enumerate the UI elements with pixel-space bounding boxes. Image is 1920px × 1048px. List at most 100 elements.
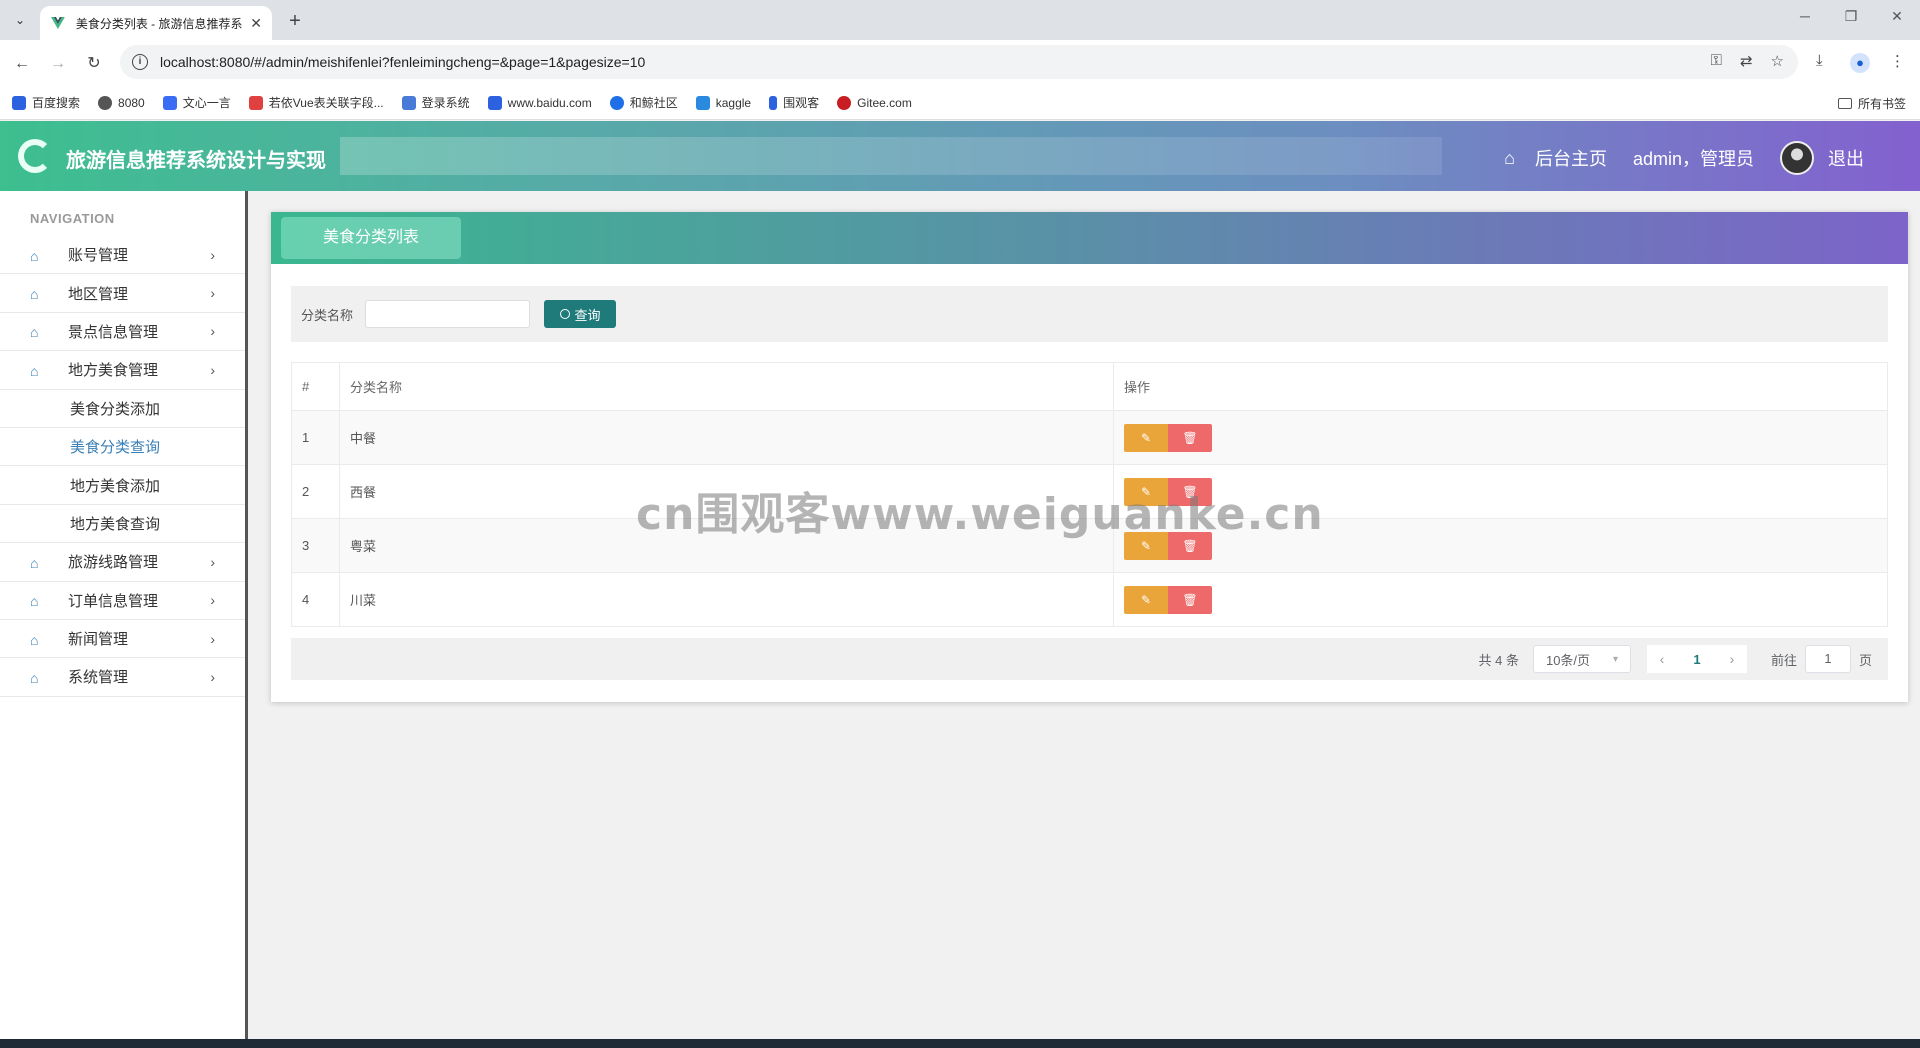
- table-row: 1 中餐 ✎ 🗑: [291, 410, 1888, 465]
- chevron-right-icon: ›: [210, 553, 215, 570]
- home-icon[interactable]: ⌂: [1504, 148, 1515, 169]
- bookmark-star-icon[interactable]: ☆: [1771, 52, 1784, 70]
- sidebar-item-local-food[interactable]: ⌂ 地方美食管理 ›: [0, 351, 245, 390]
- sidebar-item-label: 账号管理: [68, 247, 129, 265]
- wenxin-icon: [162, 95, 177, 110]
- edit-button[interactable]: ✎: [1124, 423, 1168, 452]
- bookmark-item[interactable]: 百度搜索: [12, 94, 80, 111]
- weiguanke-icon: [769, 95, 778, 110]
- pagination-total: 共 4 条: [1478, 652, 1519, 668]
- bookmark-item[interactable]: 登录系统: [401, 94, 470, 111]
- bookmark-item[interactable]: 8080: [98, 95, 145, 110]
- sidebar-subitem-local-food-query[interactable]: 地方美食查询: [0, 505, 245, 544]
- avatar[interactable]: [1780, 141, 1814, 175]
- url-text[interactable]: localhost:8080/#/admin/meishifenlei?fenl…: [160, 54, 645, 70]
- page-suffix: 页: [1858, 652, 1872, 668]
- sidebar-item-travel-route[interactable]: ⌂ 旅游线路管理 ›: [0, 543, 245, 582]
- bookmark-item[interactable]: 围观客: [769, 94, 819, 111]
- sidebar-item-label: 景点信息管理: [68, 323, 159, 341]
- page-size-select[interactable]: 10条/页 ▾: [1532, 645, 1631, 673]
- translate-icon[interactable]: ⇄: [1740, 52, 1753, 70]
- sidebar-menu: ⌂ 账号管理 › ⌂ 地区管理 › ⌂ 景点信息管理 › ⌂ 地方美食管理 › …: [0, 236, 245, 697]
- goto-label: 前往: [1770, 652, 1797, 668]
- sidebar-item-order[interactable]: ⌂ 订单信息管理 ›: [0, 582, 245, 620]
- card-title-tab[interactable]: 美食分类列表: [281, 217, 461, 259]
- tab-search-button[interactable]: ⌄: [6, 8, 34, 32]
- bookmark-item[interactable]: www.baidu.com: [487, 95, 592, 110]
- row-category-name: 川菜: [339, 572, 1114, 627]
- home-icon: ⌂: [30, 554, 39, 571]
- bookmark-item[interactable]: 文心一言: [162, 94, 231, 111]
- bookmark-item[interactable]: kaggle: [695, 95, 751, 110]
- bookmark-item[interactable]: 和鲸社区: [609, 94, 678, 111]
- row-index: 2: [291, 464, 340, 519]
- download-icon[interactable]: ⤓: [1816, 52, 1823, 69]
- profile-icon[interactable]: ●: [1850, 53, 1870, 73]
- current-page[interactable]: 1: [1677, 652, 1717, 667]
- sidebar: NAVIGATION ⌂ 账号管理 › ⌂ 地区管理 › ⌂ 景点信息管理 › …: [0, 191, 248, 1039]
- heywhale-icon: [609, 95, 624, 110]
- sidebar-item-news[interactable]: ⌂ 新闻管理 ›: [0, 620, 245, 659]
- chevron-right-icon: ›: [210, 323, 215, 340]
- delete-button[interactable]: 🗑: [1168, 585, 1212, 614]
- next-page-icon[interactable]: ›: [1717, 651, 1747, 667]
- card-header: 美食分类列表: [271, 212, 1908, 264]
- sidebar-item-scenic[interactable]: ⌂ 景点信息管理 ›: [0, 313, 245, 352]
- column-header-name[interactable]: 分类名称: [339, 362, 1114, 411]
- table-row: 4 川菜 ✎ 🗑: [291, 572, 1888, 627]
- delete-button[interactable]: 🗑: [1168, 423, 1212, 452]
- password-key-icon[interactable]: ⚿: [1711, 52, 1722, 70]
- edit-button[interactable]: ✎: [1124, 585, 1168, 614]
- bookmark-item[interactable]: Gitee.com: [837, 95, 912, 110]
- restore-icon[interactable]: ❐: [1836, 8, 1866, 25]
- sidebar-item-label: 订单信息管理: [68, 592, 159, 610]
- baidu-icon: [487, 95, 502, 110]
- logo-icon: [18, 139, 52, 173]
- all-bookmarks[interactable]: 所有书签: [1837, 95, 1906, 112]
- category-name-input[interactable]: [365, 300, 531, 328]
- forward-icon[interactable]: →: [46, 52, 70, 76]
- row-actions: ✎ 🗑: [1113, 410, 1888, 465]
- login-system-icon: [401, 95, 416, 110]
- sidebar-item-label: 系统管理: [68, 669, 129, 687]
- chevron-right-icon: ›: [210, 592, 215, 609]
- chevron-right-icon: ›: [210, 630, 215, 647]
- home-icon: ⌂: [30, 631, 39, 648]
- chevron-right-icon: ›: [210, 285, 215, 302]
- sidebar-subitem-food-category-add[interactable]: 美食分类添加: [0, 390, 245, 428]
- sidebar-item-region[interactable]: ⌂ 地区管理 ›: [0, 274, 245, 313]
- logout-link[interactable]: 退出: [1828, 145, 1864, 171]
- sidebar-item-system[interactable]: ⌂ 系统管理 ›: [0, 658, 245, 697]
- query-button[interactable]: 查询: [544, 300, 617, 328]
- chevron-down-icon: ▾: [1612, 653, 1618, 665]
- minimize-icon[interactable]: ─: [1790, 8, 1820, 24]
- tab-close-icon[interactable]: ✕: [250, 15, 262, 32]
- back-icon[interactable]: ←: [10, 52, 34, 76]
- baidu-icon: [12, 95, 26, 110]
- reload-icon[interactable]: ↻: [82, 52, 106, 76]
- sidebar-item-label: 地区管理: [68, 285, 129, 303]
- window-close-icon[interactable]: ✕: [1882, 8, 1912, 25]
- sidebar-subitem-local-food-add[interactable]: 地方美食添加: [0, 466, 245, 505]
- home-link[interactable]: 后台主页: [1535, 145, 1607, 171]
- new-tab-button[interactable]: +: [282, 8, 308, 34]
- sidebar-item-label: 新闻管理: [68, 631, 129, 649]
- home-icon: ⌂: [30, 324, 39, 341]
- prev-page-icon[interactable]: ‹: [1647, 651, 1677, 667]
- bookmark-item[interactable]: 若依Vue表关联字段...: [248, 94, 384, 111]
- sidebar-item-account[interactable]: ⌂ 账号管理 ›: [0, 236, 245, 275]
- tab-title: 美食分类列表 - 旅游信息推荐系统设计与实现: [75, 16, 243, 31]
- bookmarks-bar: 百度搜索 8080 文心一言 若依Vue表关联字段... 登录系统 www.ba…: [0, 86, 1920, 120]
- column-header-index: #: [291, 362, 340, 411]
- browser-menu-icon[interactable]: ⋮: [1890, 52, 1905, 70]
- sidebar-item-label: 地方美食管理: [68, 362, 159, 380]
- goto-page-input[interactable]: 1: [1804, 645, 1851, 673]
- app-header: 旅游信息推荐系统设计与实现 ⌂ 后台主页 admin，管理员 退出: [0, 121, 1920, 191]
- user-info: admin，管理员: [1632, 149, 1754, 169]
- table-header-row: # 分类名称 操作: [291, 362, 1888, 411]
- site-info-icon[interactable]: i: [132, 54, 148, 70]
- address-bar[interactable]: i localhost:8080/#/admin/meishifenlei?fe…: [120, 45, 1798, 79]
- sidebar-subitem-food-category-query[interactable]: 美食分类查询: [0, 428, 245, 467]
- browser-tab[interactable]: 美食分类列表 - 旅游信息推荐系统设计与实现 ✕: [40, 6, 272, 40]
- app-title: 旅游信息推荐系统设计与实现: [66, 150, 326, 172]
